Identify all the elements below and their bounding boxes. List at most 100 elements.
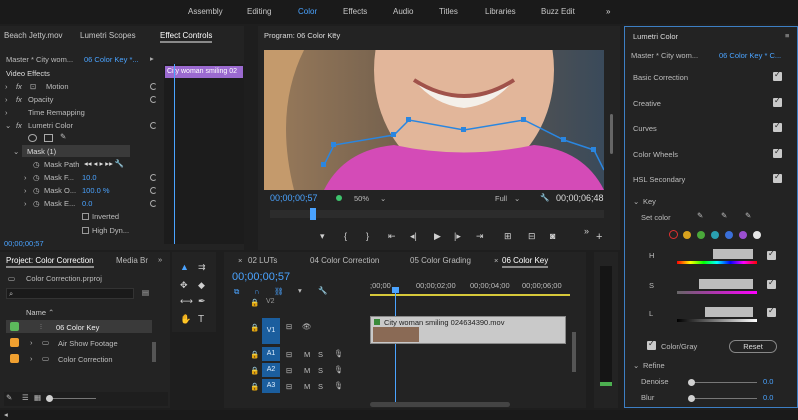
- color-gray-checkbox[interactable]: [647, 339, 656, 350]
- toggle-sync-lock-icon[interactable]: ⊟: [286, 322, 292, 331]
- expand-bin-icon[interactable]: ›: [30, 338, 33, 347]
- mask-label[interactable]: Mask (1): [27, 147, 56, 156]
- lumetri-master-label[interactable]: Master * City wom...: [631, 51, 698, 60]
- preset-swatch-yellow[interactable]: [683, 231, 691, 239]
- add-icon[interactable]: +: [596, 231, 602, 243]
- expand-feather-icon[interactable]: ›: [24, 173, 27, 182]
- button-editor-icon[interactable]: »: [584, 226, 589, 236]
- hue-enable-checkbox[interactable]: [767, 249, 776, 260]
- reset-opacity-icon[interactable]: [150, 96, 157, 103]
- project-item-air-show[interactable]: Air Show Footage: [58, 339, 118, 348]
- linked-selection-icon[interactable]: ⛓: [274, 287, 284, 296]
- step-back-icon[interactable]: ◂|: [410, 231, 417, 242]
- thumbnail-size-slider[interactable]: [46, 398, 96, 399]
- collapse-mask-icon[interactable]: ⌄: [13, 147, 19, 156]
- timeline-scrollbar[interactable]: [572, 332, 576, 372]
- track-target-a1[interactable]: A1: [262, 347, 280, 361]
- rectangle-mask-icon[interactable]: [44, 134, 53, 142]
- master-clip-label[interactable]: Master * City wom...: [6, 55, 73, 64]
- project-item-color-correction[interactable]: Color Correction: [58, 355, 113, 364]
- lightness-range-fill[interactable]: [705, 307, 753, 317]
- list-view-icon[interactable]: ☰: [22, 393, 29, 402]
- effect-motion[interactable]: Motion: [46, 82, 69, 91]
- blur-slider[interactable]: [691, 398, 757, 399]
- eye-icon[interactable]: 👁: [302, 322, 312, 331]
- lightness-enable-checkbox[interactable]: [767, 306, 776, 317]
- section-hsl-secondary[interactable]: HSL Secondary: [633, 175, 685, 184]
- workspace-audio[interactable]: Audio: [393, 7, 413, 16]
- chevron-double-right-icon[interactable]: »: [158, 255, 162, 264]
- solo-button[interactable]: S: [318, 382, 323, 391]
- slider-knob[interactable]: [46, 395, 53, 402]
- toggle-sync-lock-icon[interactable]: ⊟: [286, 366, 292, 375]
- playhead-handle[interactable]: [392, 287, 399, 293]
- play-icon[interactable]: ▶: [434, 231, 441, 242]
- microphone-icon[interactable]: 🎙: [334, 349, 344, 358]
- hamburger-menu-icon[interactable]: ≡: [332, 30, 336, 39]
- denoise-slider[interactable]: [691, 382, 757, 383]
- high-dynamic-checkbox[interactable]: [82, 227, 89, 234]
- blur-slider-knob[interactable]: [688, 395, 695, 402]
- timeline-timecode[interactable]: 00;00;00;57: [232, 271, 290, 283]
- timeline-playhead[interactable]: [395, 287, 396, 407]
- selection-tool-icon[interactable]: ▲: [180, 262, 189, 272]
- track-target-v1[interactable]: V1: [262, 318, 280, 344]
- effect-timeline-clip[interactable]: City woman smiling 02: [165, 66, 243, 78]
- razor-tool-icon[interactable]: ◆: [198, 280, 205, 291]
- refine-section-label[interactable]: Refine: [643, 361, 665, 370]
- new-bin-icon[interactable]: ▤: [142, 288, 149, 297]
- settings-wrench-icon[interactable]: 🔧: [540, 193, 549, 202]
- preset-swatch-cyan[interactable]: [711, 231, 719, 239]
- effect-lumetri-color[interactable]: Lumetri Color: [28, 121, 73, 130]
- enable-hsl-secondary-checkbox[interactable]: [773, 172, 782, 183]
- effect-opacity[interactable]: Opacity: [28, 95, 53, 104]
- collapse-lumetri-icon[interactable]: ⌄: [5, 121, 11, 130]
- denoise-value[interactable]: 0.0: [763, 377, 773, 386]
- workspace-titles[interactable]: Titles: [439, 7, 458, 16]
- add-marker-icon[interactable]: ▾: [298, 286, 302, 295]
- pen-tool-icon[interactable]: ✒: [198, 296, 206, 307]
- workspace-effects[interactable]: Effects: [343, 7, 367, 16]
- chevron-down-icon[interactable]: ⌄: [380, 194, 386, 203]
- enable-creative-checkbox[interactable]: [773, 96, 782, 107]
- lock-icon[interactable]: 🔒: [250, 350, 259, 359]
- eyedropper-add-icon[interactable]: ✎: [721, 211, 727, 220]
- mask-expansion-value[interactable]: 0.0: [82, 199, 92, 208]
- close-icon[interactable]: ×: [494, 256, 498, 265]
- section-color-wheels[interactable]: Color Wheels: [633, 150, 678, 159]
- enable-curves-checkbox[interactable]: [773, 121, 782, 132]
- go-to-out-icon[interactable]: ⇥: [476, 231, 484, 242]
- saturation-range-fill[interactable]: [699, 279, 753, 289]
- blur-value[interactable]: 0.0: [763, 393, 773, 402]
- insert-icon[interactable]: ⊞: [504, 231, 512, 242]
- step-forward-icon[interactable]: |▸: [454, 231, 461, 242]
- workspace-color[interactable]: Color: [298, 7, 317, 16]
- pen-mask-icon[interactable]: ✎: [60, 132, 66, 141]
- clip-selector[interactable]: 06 Color Key *...: [84, 55, 139, 64]
- preset-swatch-magenta[interactable]: [739, 231, 747, 239]
- timeline-clip[interactable]: City woman smiling 024634390.mov: [370, 316, 566, 344]
- solo-button[interactable]: S: [318, 350, 323, 359]
- tab-beach-jetty[interactable]: Beach Jetty.mov: [4, 31, 63, 40]
- effect-time-remapping[interactable]: Time Remapping: [28, 108, 85, 117]
- zoom-select[interactable]: 50%: [354, 194, 369, 203]
- work-area-bar[interactable]: [370, 294, 570, 296]
- snap-icon[interactable]: ∩: [254, 287, 259, 296]
- track-mask-controls-icon[interactable]: ◂◂ ◂ ▸ ▸▸ 🔧: [84, 159, 124, 168]
- lock-icon[interactable]: 🔒: [250, 323, 259, 332]
- video-frame[interactable]: [264, 50, 604, 190]
- pencil-icon[interactable]: ✎: [6, 393, 12, 402]
- close-icon[interactable]: ×: [238, 256, 242, 265]
- eyedropper-icon[interactable]: ✎: [697, 211, 703, 220]
- icon-view-icon[interactable]: ▦: [34, 393, 41, 402]
- section-creative[interactable]: Creative: [633, 99, 661, 108]
- hue-range-fill[interactable]: [713, 249, 753, 259]
- expand-bin-icon[interactable]: ›: [30, 354, 33, 363]
- lock-icon[interactable]: 🔒: [250, 366, 259, 375]
- project-item-06-color-key[interactable]: 06 Color Key: [56, 323, 99, 332]
- saturation-range-slider[interactable]: [677, 291, 757, 294]
- section-basic-correction[interactable]: Basic Correction: [633, 73, 688, 82]
- workspace-editing[interactable]: Editing: [247, 7, 271, 16]
- program-playhead[interactable]: [310, 208, 316, 220]
- sort-ascending-icon[interactable]: ⌃: [48, 308, 54, 317]
